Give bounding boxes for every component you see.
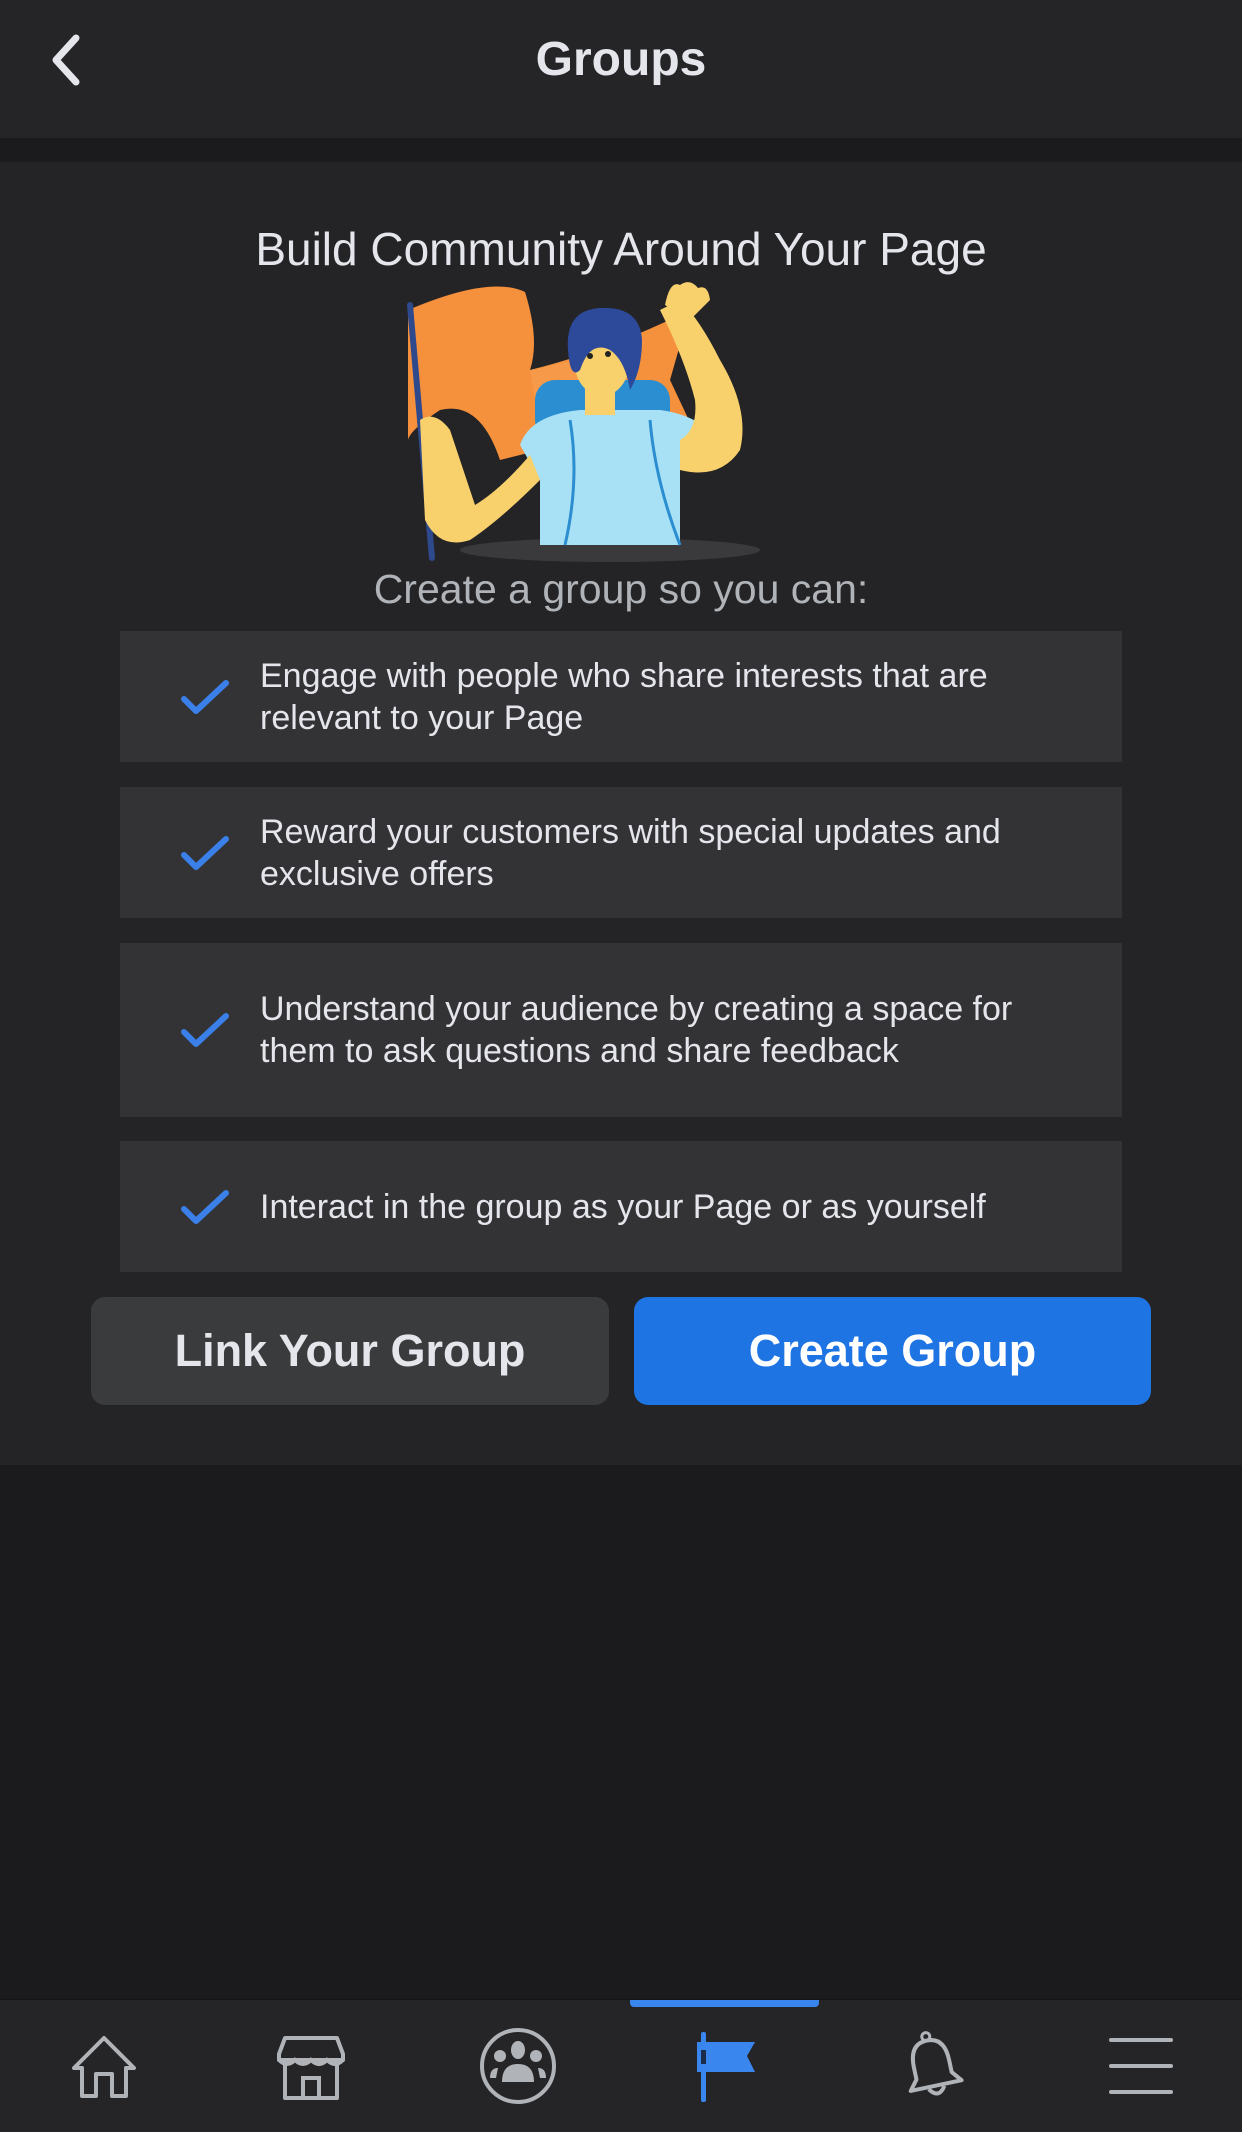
person-waving-with-flag-illustration bbox=[407, 282, 760, 562]
groups-icon bbox=[479, 2028, 556, 2104]
tab-notifications[interactable] bbox=[828, 2000, 1035, 2132]
link-your-group-button[interactable]: Link Your Group bbox=[91, 1297, 609, 1405]
page-title: Groups bbox=[535, 33, 707, 86]
home-icon bbox=[71, 2036, 136, 2098]
benefit-text: Reward your customers with special updat… bbox=[260, 812, 1001, 893]
marketplace-icon bbox=[276, 2036, 345, 2100]
promo-subheadline: Create a group so you can: bbox=[373, 566, 869, 612]
benefit-item: Reward your customers with special updat… bbox=[120, 787, 1122, 918]
promo-headline: Build Community Around Your Page bbox=[255, 223, 987, 275]
bottom-tab-bar bbox=[0, 1999, 1242, 2132]
bell-icon bbox=[908, 2031, 964, 2096]
create-group-button[interactable]: Create Group bbox=[634, 1297, 1151, 1405]
tab-marketplace[interactable] bbox=[207, 2000, 414, 2132]
tab-groups[interactable] bbox=[414, 2000, 621, 2132]
benefit-text: Interact in the group as your Page or as… bbox=[260, 1187, 986, 1226]
benefit-item: Engage with people who share interests t… bbox=[120, 631, 1122, 762]
benefit-item: Understand your audience by creating a s… bbox=[120, 943, 1122, 1117]
checkmark-icon bbox=[181, 679, 229, 714]
flag-icon bbox=[696, 2032, 755, 2102]
checkmark-icon bbox=[181, 1189, 229, 1224]
tab-home[interactable] bbox=[0, 2000, 207, 2132]
divider bbox=[0, 138, 1242, 162]
benefit-item: Interact in the group as your Page or as… bbox=[120, 1141, 1122, 1272]
benefit-text: Understand your audience by creating a s… bbox=[260, 990, 1013, 1070]
tab-pages[interactable] bbox=[621, 2000, 828, 2132]
checkmark-icon bbox=[181, 1013, 229, 1047]
benefit-text: Engage with people who share interests t… bbox=[260, 656, 988, 737]
tab-menu[interactable] bbox=[1035, 2000, 1242, 2132]
hamburger-menu-icon bbox=[1108, 2038, 1173, 2094]
top-nav-bar: Groups bbox=[0, 0, 1242, 138]
checkmark-icon bbox=[181, 835, 229, 870]
